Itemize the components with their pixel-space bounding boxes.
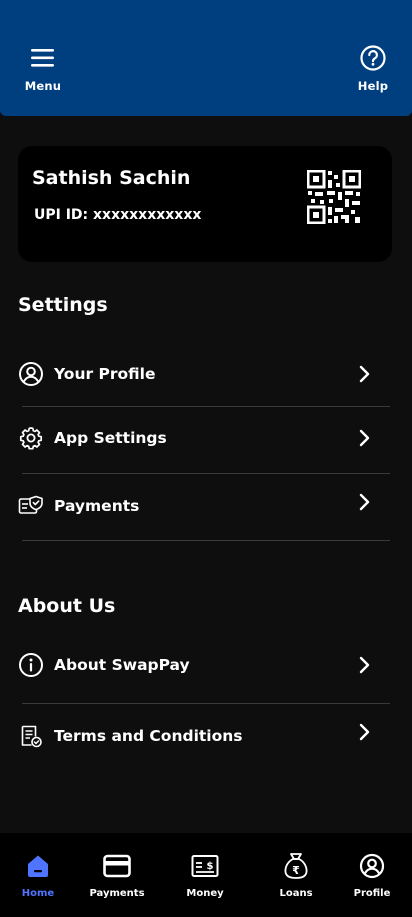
nav-payments[interactable]: Payments (82, 851, 152, 899)
menu-button[interactable]: Menu (8, 44, 78, 93)
card-shield-icon (18, 493, 44, 519)
nav-money[interactable]: $ Money (170, 851, 240, 899)
help-label: Help (357, 79, 389, 93)
help-button[interactable]: Help (338, 44, 408, 93)
divider (22, 540, 390, 541)
nav-payments-label: Payments (89, 888, 145, 899)
bottom-navigation: Home Payments $ Money ₹ Loans Profile (0, 833, 412, 917)
settings-item-payments[interactable]: Payments (18, 488, 390, 524)
upi-id: UPI ID: xxxxxxxxxxxx (34, 207, 202, 223)
nav-profile[interactable]: Profile (337, 851, 407, 899)
your-profile-label: Your Profile (54, 365, 156, 383)
nav-profile-label: Profile (353, 888, 391, 899)
document-check-icon (18, 723, 44, 749)
chevron-right-icon (354, 428, 374, 448)
divider (22, 473, 390, 474)
question-circle-icon (359, 44, 387, 72)
credit-card-icon (102, 851, 132, 881)
nav-loans-label: Loans (279, 888, 313, 899)
user-circle-icon (357, 851, 387, 881)
nav-home-label: Home (21, 888, 55, 899)
about-swappay-label: About SwapPay (54, 656, 190, 674)
about-item-about-swappay[interactable]: About SwapPay (18, 647, 390, 683)
settings-item-your-profile[interactable]: Your Profile (18, 356, 390, 392)
nav-money-label: Money (186, 888, 224, 899)
cash-icon: $ (190, 851, 220, 881)
top-header: Menu Help (0, 0, 412, 116)
app-settings-label: App Settings (54, 429, 167, 447)
gear-icon (18, 425, 44, 451)
about-item-terms-and-conditions[interactable]: Terms and Conditions (18, 718, 390, 754)
settings-section-title: Settings (18, 294, 108, 316)
payments-label: Payments (54, 497, 140, 515)
user-name: Sathish Sachin (32, 167, 191, 189)
divider (22, 406, 390, 407)
divider (22, 703, 390, 704)
menu-label: Menu (24, 79, 62, 93)
info-circle-icon (18, 652, 44, 678)
about-section-title: About Us (18, 595, 116, 617)
hamburger-menu-icon (29, 44, 57, 72)
qr-code-icon[interactable] (306, 169, 362, 225)
app-screen: Menu Help Sathish Sachin UPI ID: xxxxxxx… (0, 0, 412, 917)
chevron-right-icon (354, 655, 374, 675)
chevron-right-icon (354, 722, 374, 742)
user-circle-icon (18, 361, 44, 387)
nav-home[interactable]: Home (3, 851, 73, 899)
settings-item-app-settings[interactable]: App Settings (18, 420, 390, 456)
money-bag-icon: ₹ (281, 851, 311, 881)
chevron-right-icon (354, 364, 374, 384)
terms-and-conditions-label: Terms and Conditions (54, 727, 243, 745)
nav-loans[interactable]: ₹ Loans (261, 851, 331, 899)
chevron-right-icon (354, 492, 374, 512)
profile-card[interactable]: Sathish Sachin UPI ID: xxxxxxxxxxxx (18, 146, 392, 262)
svg-text:$: $ (207, 861, 214, 872)
svg-text:₹: ₹ (292, 864, 300, 877)
home-icon (23, 851, 53, 881)
